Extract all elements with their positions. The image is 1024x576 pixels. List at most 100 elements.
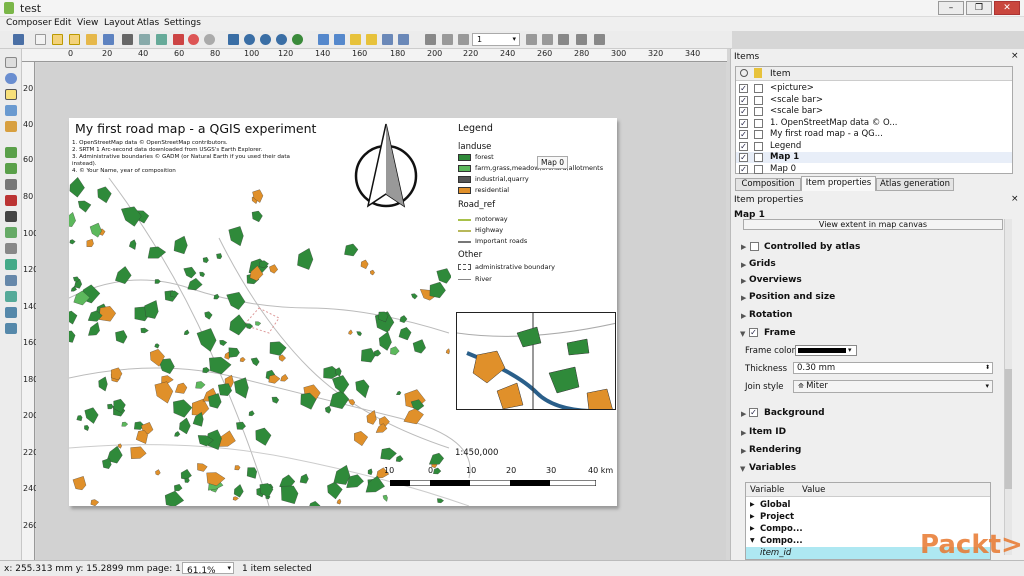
add-polyline-icon[interactable] <box>5 275 17 286</box>
close-icon[interactable]: × <box>1011 194 1019 204</box>
add-table-icon[interactable] <box>5 291 17 302</box>
zoom-tool-icon[interactable] <box>5 73 17 84</box>
section-position-size[interactable]: Position and size <box>749 292 835 302</box>
lock-checkbox[interactable] <box>754 153 763 162</box>
lock-checkbox[interactable] <box>754 107 763 116</box>
lock-checkbox[interactable] <box>754 118 763 128</box>
visibility-checkbox[interactable]: ✓ <box>739 141 748 151</box>
item-row[interactable]: ✓ Map 0 <box>736 164 1012 175</box>
thickness-spinbox[interactable]: 0.30 mm ⬍ <box>793 362 993 374</box>
join-style-select[interactable]: ⟰ Miter ▾ <box>793 380 993 393</box>
section-background[interactable]: Background <box>764 408 825 418</box>
background-checkbox[interactable]: ✓ <box>749 408 758 417</box>
add-html-icon[interactable] <box>5 323 17 334</box>
close-button[interactable]: ✕ <box>994 1 1020 15</box>
duplicate-composer-icon[interactable] <box>52 34 63 45</box>
lock-checkbox[interactable] <box>754 164 763 174</box>
last-feature-icon[interactable] <box>542 34 553 45</box>
tab-atlas-generation[interactable]: Atlas generation <box>876 178 954 191</box>
save-icon[interactable] <box>13 34 24 45</box>
add-image-icon[interactable] <box>5 163 17 174</box>
close-icon[interactable]: × <box>1011 51 1019 61</box>
ungroup-icon[interactable] <box>334 34 345 45</box>
visibility-checkbox[interactable]: ✓ <box>739 118 748 128</box>
variable-group-row[interactable]: ▶ Project <box>746 511 990 523</box>
section-rendering[interactable]: Rendering <box>749 445 801 455</box>
add-map-icon[interactable] <box>5 147 17 158</box>
item-row[interactable]: ✓ <scale bar> <box>736 106 1012 117</box>
add-legend-icon[interactable] <box>5 195 17 206</box>
zoom-out-icon[interactable] <box>276 34 287 45</box>
inset-map[interactable] <box>456 312 616 410</box>
visibility-checkbox[interactable]: ✓ <box>739 153 748 162</box>
select-move-icon[interactable] <box>5 89 17 100</box>
align-left-icon[interactable] <box>398 34 409 45</box>
atlas-preview-icon[interactable] <box>425 34 436 45</box>
legend[interactable]: Legend landuse forestfarm,grass,meadow,o… <box>451 118 617 313</box>
section-frame[interactable]: Frame <box>764 328 796 338</box>
redo-icon[interactable] <box>204 34 215 45</box>
item-row[interactable]: ✓ Map 1 <box>736 152 1012 163</box>
item-row[interactable]: ✓ Legend <box>736 141 1012 152</box>
scrollbar[interactable] <box>1004 219 1012 555</box>
frame-checkbox[interactable]: ✓ <box>749 328 758 337</box>
variable-group-row[interactable]: ▶ Global <box>746 499 990 511</box>
zoom-select[interactable]: 61.1% ▾ <box>182 562 234 576</box>
pan-icon[interactable] <box>5 57 17 68</box>
item-row[interactable]: ✓ <picture> <box>736 83 1012 94</box>
unlock-icon[interactable] <box>366 34 377 45</box>
visibility-checkbox[interactable]: ✓ <box>739 107 748 116</box>
save-template-icon[interactable] <box>103 34 114 45</box>
add-attribute-table-icon[interactable] <box>5 307 17 318</box>
menu-layout[interactable]: Layout <box>104 18 135 28</box>
menu-composer[interactable]: Composer <box>6 18 52 28</box>
move-content-icon[interactable] <box>5 105 17 116</box>
lock-checkbox[interactable] <box>754 95 763 105</box>
item-row[interactable]: ✓ <scale bar> <box>736 95 1012 106</box>
prev-feature-icon[interactable] <box>458 34 469 45</box>
undo-icon[interactable] <box>188 34 199 45</box>
menu-edit[interactable]: Edit <box>54 18 71 28</box>
edit-nodes-icon[interactable] <box>5 121 17 132</box>
new-composer-icon[interactable] <box>35 34 46 45</box>
atlas-settings-icon[interactable] <box>594 34 605 45</box>
view-extent-button[interactable]: View extent in map canvas <box>743 219 1003 230</box>
menu-settings[interactable]: Settings <box>164 18 201 28</box>
export-image-icon[interactable] <box>139 34 150 45</box>
spin-arrows-icon[interactable]: ⬍ <box>985 363 990 373</box>
composer-manager-icon[interactable] <box>69 34 80 45</box>
visibility-checkbox[interactable]: ✓ <box>739 130 748 139</box>
frame-color-button[interactable]: ▾ <box>795 345 857 356</box>
composition-page[interactable]: My first road map - a QGIS experiment 1.… <box>69 118 617 506</box>
lock-checkbox[interactable] <box>754 84 763 93</box>
item-row[interactable]: ✓ My first road map - a QG... <box>736 129 1012 140</box>
zoom-100-icon[interactable] <box>244 34 255 45</box>
item-row[interactable]: ✓ 1. OpenStreetMap data © O... <box>736 118 1012 129</box>
section-variables[interactable]: Variables <box>749 463 796 473</box>
lock-checkbox[interactable] <box>754 141 763 151</box>
tab-item-properties[interactable]: Item properties <box>801 176 876 191</box>
zoom-in-icon[interactable] <box>260 34 271 45</box>
refresh-icon[interactable] <box>292 34 303 45</box>
group-icon[interactable] <box>318 34 329 45</box>
page-selector[interactable]: 1 ▾ <box>472 33 520 46</box>
add-polygon-icon[interactable] <box>5 259 17 270</box>
print-icon[interactable] <box>122 34 133 45</box>
controlled-by-atlas-checkbox[interactable] <box>750 242 759 251</box>
next-feature-icon[interactable] <box>526 34 537 45</box>
open-template-icon[interactable] <box>86 34 97 45</box>
scrollbar-thumb[interactable] <box>1005 369 1012 489</box>
lock-icon[interactable] <box>350 34 361 45</box>
add-shape-icon[interactable] <box>5 227 17 238</box>
visibility-checkbox[interactable]: ✓ <box>739 164 748 174</box>
export-pdf-icon[interactable] <box>173 34 184 45</box>
atlas-export-icon[interactable] <box>576 34 587 45</box>
section-rotation[interactable]: Rotation <box>749 310 792 320</box>
menu-view[interactable]: View <box>77 18 98 28</box>
section-grids[interactable]: Grids <box>749 259 776 269</box>
tab-composition[interactable]: Composition <box>735 178 801 191</box>
add-arrow-icon[interactable] <box>5 243 17 254</box>
maximize-button[interactable]: ❐ <box>966 1 992 15</box>
section-overviews[interactable]: Overviews <box>749 275 802 285</box>
visibility-checkbox[interactable]: ✓ <box>739 95 748 105</box>
